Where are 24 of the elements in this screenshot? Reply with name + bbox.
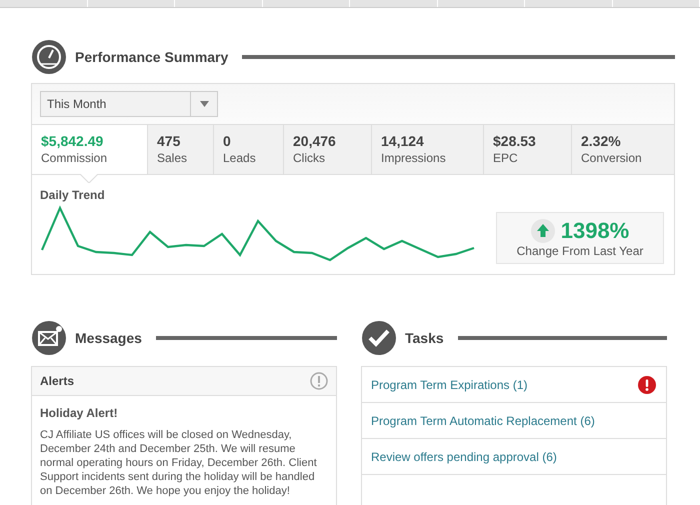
alert-text: CJ Affiliate US offices will be closed on Wednesday, December 24th and December 25th. We will resume normal operating hours on Friday, December 26th. Client Support incidents sent during the holiday will be handled on December 26th. We hope you enjoy the holiday! bbox=[40, 428, 318, 498]
checkmark-icon bbox=[361, 320, 397, 356]
warning-icon bbox=[638, 376, 656, 394]
stat-tab[interactable]: $28.53 EPC bbox=[484, 125, 572, 174]
stat-tab[interactable]: 20,476 Clicks bbox=[284, 125, 372, 174]
period-dropdown[interactable]: This Month bbox=[40, 91, 218, 117]
stat-tab[interactable]: 475 Sales bbox=[148, 125, 214, 174]
chart-title: Daily Trend bbox=[40, 188, 106, 202]
speedometer-icon bbox=[31, 39, 67, 75]
stat-tab[interactable]: 14,124 Impressions bbox=[372, 125, 484, 174]
stat-tab[interactable]: 0 Leads bbox=[214, 125, 284, 174]
card-title: Alerts bbox=[40, 374, 74, 388]
section-title: Messages bbox=[75, 330, 142, 346]
task-link[interactable]: Program Term Expirations (1) bbox=[371, 378, 528, 392]
section-title: Tasks bbox=[405, 330, 444, 346]
change-card: 1398% Change From Last Year bbox=[496, 212, 664, 264]
task-link[interactable]: Review offers pending approval (6) bbox=[371, 450, 557, 464]
stat-tab[interactable]: 2.32% Conversion bbox=[572, 125, 674, 174]
caret-icon bbox=[200, 101, 208, 107]
exclamation-icon bbox=[310, 372, 328, 390]
envelope-icon bbox=[31, 320, 67, 356]
alert-heading: Holiday Alert! bbox=[40, 406, 118, 420]
task-link[interactable]: Program Term Automatic Replacement (6) bbox=[371, 414, 595, 428]
section-title: Performance Summary bbox=[75, 49, 228, 65]
